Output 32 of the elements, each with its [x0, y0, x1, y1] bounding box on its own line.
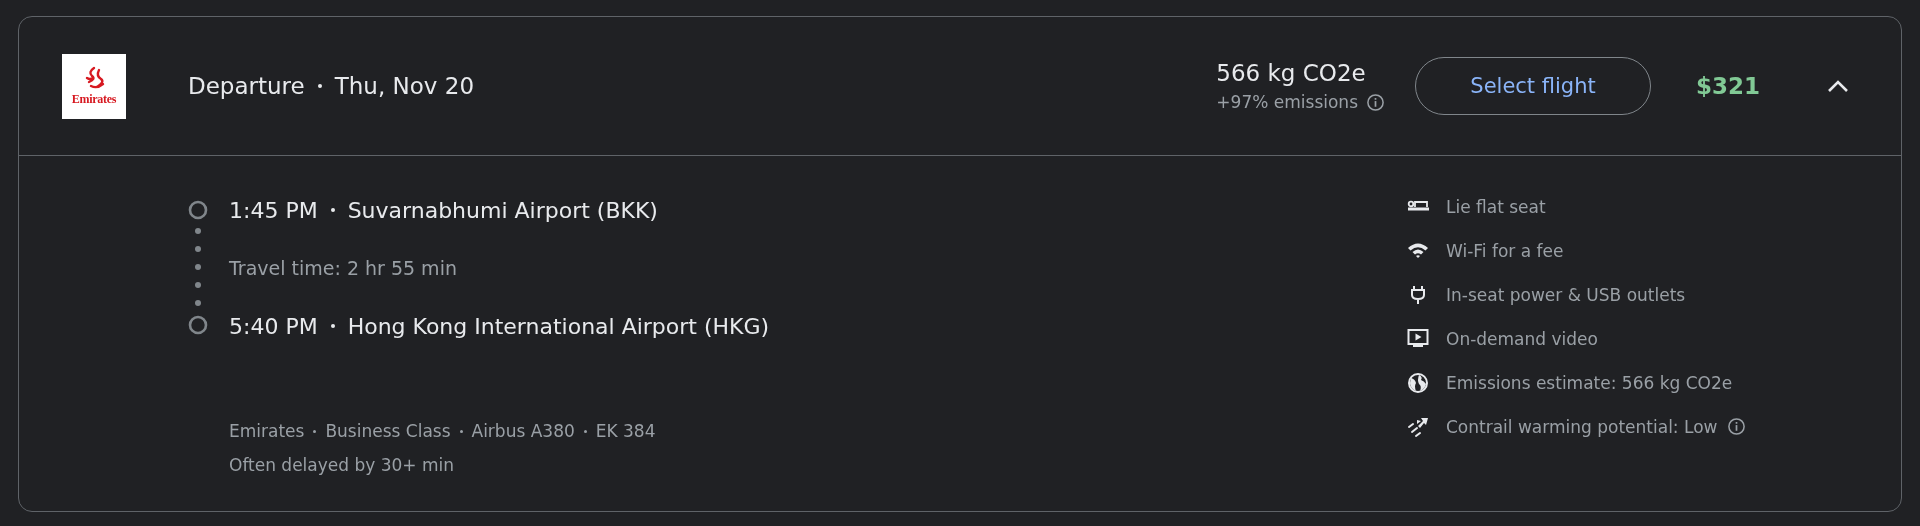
chevron-icon[interactable] [1827, 79, 1849, 93]
amenity-label: Wi-Fi for a fee [1446, 240, 1564, 261]
emissions-value: 566 kg CO2e [1216, 60, 1367, 86]
separator-dot [459, 429, 463, 433]
amenity-label: On-demand video [1446, 328, 1598, 349]
flight-detail: Airbus A380 [471, 421, 575, 441]
amenity-label: Lie flat seat [1446, 196, 1546, 217]
separator-dot [330, 208, 335, 212]
flight-detail: EK 384 [595, 421, 656, 441]
departure-title: Departure [188, 73, 305, 99]
globe-icon [1407, 371, 1429, 394]
emissions-delta: +97% emissions [1216, 92, 1358, 112]
airport-name: Suvarnabhumi Airport (BKK) [347, 197, 658, 223]
separator-dot [317, 84, 322, 88]
amenity-label: Contrail warming potential: Low [1446, 416, 1718, 437]
flight-detail: Business Class [325, 421, 451, 441]
info-icon [1366, 92, 1385, 112]
separator-dot [583, 429, 587, 433]
stop-time: 1:45 PM [229, 197, 318, 223]
separator-dot [330, 324, 335, 328]
amenity-label: Emissions estimate: 566 kg CO2e [1446, 372, 1733, 393]
travel-time: Travel time: 2 hr 55 min [229, 256, 458, 281]
departure-date: Thu, Nov 20 [334, 73, 474, 99]
stop-time: 5:40 PM [229, 313, 318, 339]
amenity-label: In-seat power & USB outlets [1446, 284, 1686, 305]
airport-name: Hong Kong International Airport (HKG) [347, 313, 770, 339]
separator-dot [313, 429, 317, 433]
delay-note: Often delayed by 30+ min [229, 455, 456, 475]
video-icon [1407, 327, 1429, 350]
flight-detail: Emirates [229, 421, 305, 441]
price: $321 [1696, 73, 1761, 99]
logo-wordmark: Emirates [71, 91, 117, 107]
